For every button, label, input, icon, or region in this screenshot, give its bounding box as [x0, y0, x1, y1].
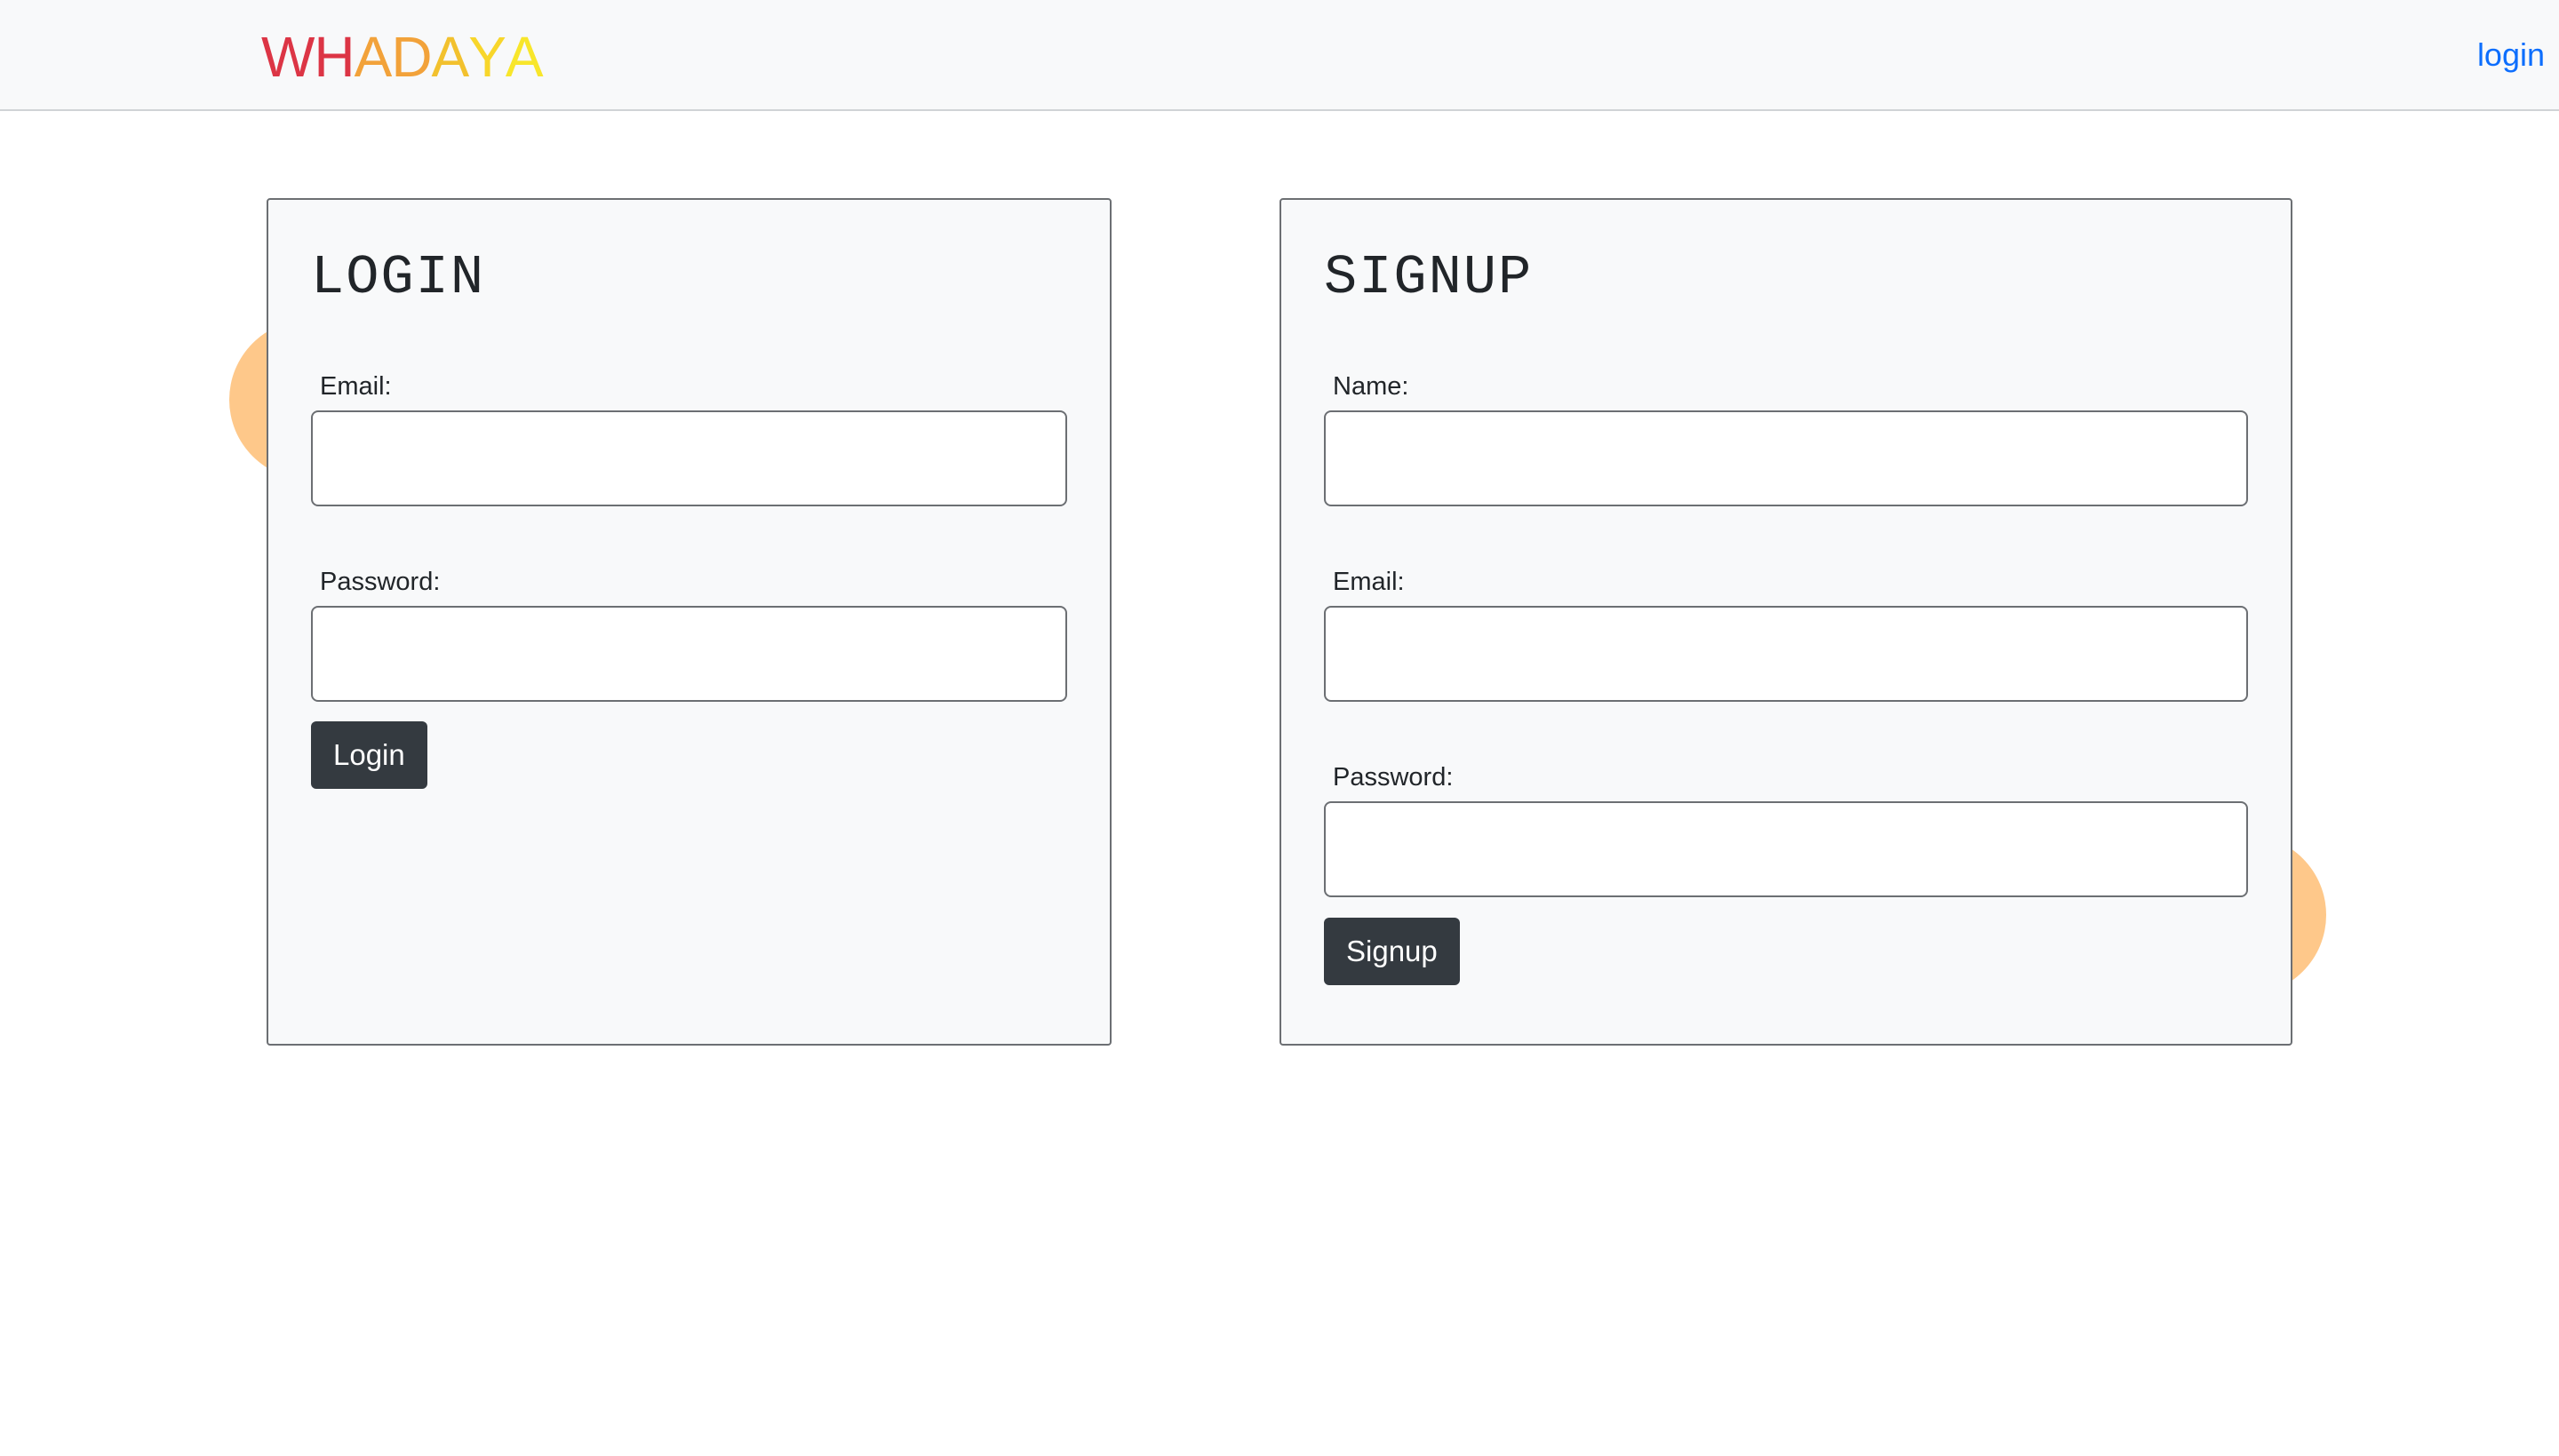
login-button[interactable]: Login [311, 721, 427, 789]
signup-title: SIGNUP [1324, 246, 1534, 309]
brand-letter: W [261, 25, 315, 89]
brand-letter: A [354, 25, 393, 89]
signup-name-label: Name: [1333, 372, 1409, 401]
brand-letter: A [505, 25, 544, 89]
brand-letter: D [391, 25, 432, 89]
login-card: LOGIN Email: Password: Login [267, 198, 1112, 1046]
login-password-input[interactable] [311, 606, 1067, 702]
nav-login-link[interactable]: login [2477, 34, 2545, 76]
login-email-input[interactable] [311, 410, 1067, 506]
login-email-label: Email: [320, 372, 392, 401]
brand-logo[interactable]: WHADAYA [261, 25, 544, 89]
signup-button[interactable]: Signup [1324, 918, 1460, 985]
brand-letter: H [314, 25, 355, 89]
top-navbar: WHADAYA login [0, 0, 2559, 111]
login-title: LOGIN [311, 246, 486, 309]
signup-password-input[interactable] [1324, 801, 2248, 897]
signup-card: SIGNUP Name: Email: Password: Signup [1280, 198, 2292, 1046]
signup-email-input[interactable] [1324, 606, 2248, 702]
signup-email-label: Email: [1333, 568, 1405, 596]
brand-letter: Y [468, 25, 506, 89]
login-password-label: Password: [320, 568, 441, 596]
signup-password-label: Password: [1333, 763, 1454, 792]
signup-name-input[interactable] [1324, 410, 2248, 506]
brand-letter: A [431, 25, 470, 89]
